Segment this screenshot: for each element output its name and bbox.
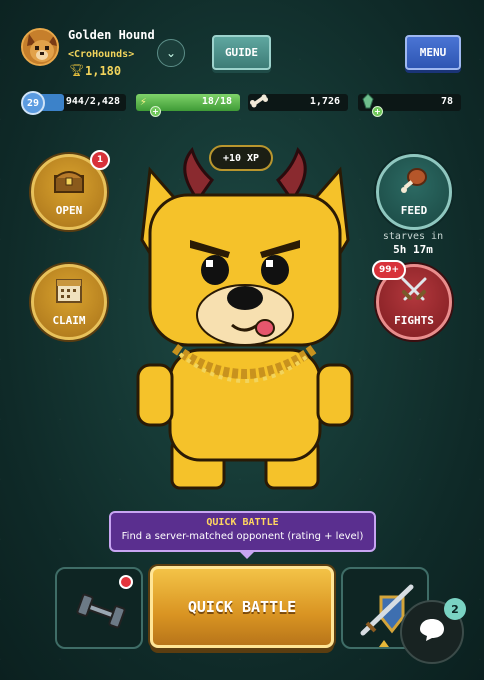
level-badge: 29: [21, 91, 45, 115]
player-rating: 1,180: [85, 64, 122, 78]
trophy-icon: 🏆︎: [69, 63, 85, 77]
avatar[interactable]: [21, 28, 59, 66]
menu-button[interactable]: MENU: [405, 35, 461, 70]
player-name: Golden Hound: [68, 28, 155, 42]
lightning-icon: ⚡: [140, 95, 147, 108]
profile-dropdown-button[interactable]: ⌄: [157, 39, 185, 67]
gems-value: 78: [440, 96, 453, 107]
treasure-chest-icon: [52, 168, 86, 200]
tooltip-description: Find a server-matched opponent (rating +…: [121, 531, 364, 542]
starves-time: 5h 17m: [393, 243, 433, 256]
fights-notification-badge: 99+: [372, 260, 406, 280]
starves-label: starves in: [382, 231, 444, 242]
selected-indicator-icon: [379, 640, 389, 647]
quick-battle-tooltip: QUICK BATTLE Find a server-matched oppon…: [109, 511, 376, 559]
crossed-swords-icon: [398, 276, 430, 310]
chat-notification-badge: 2: [444, 598, 466, 620]
meat-drumstick-icon: [399, 166, 429, 200]
add-energy-icon[interactable]: +: [150, 106, 161, 117]
starvation-timer: starves in 5h 17m: [373, 230, 453, 256]
bones-value: 1,726: [309, 96, 340, 107]
guide-button[interactable]: GUIDE: [212, 35, 271, 70]
fights-label: FIGHTS: [394, 314, 434, 327]
dumbbell-icon: [75, 591, 127, 635]
open-notification-badge: 1: [90, 150, 110, 170]
gear-slot-notification-dot: [119, 575, 133, 589]
tooltip-title: QUICK BATTLE: [206, 517, 279, 528]
add-gems-icon[interactable]: +: [372, 106, 383, 117]
quick-battle-button[interactable]: QUICK BATTLE: [150, 566, 334, 648]
calendar-icon: [54, 276, 84, 310]
claim-label: CLAIM: [52, 314, 86, 327]
bones-counter: 1,726: [248, 94, 348, 111]
open-label: OPEN: [55, 204, 83, 217]
chevron-down-icon: ⌄: [165, 46, 177, 60]
dog-character[interactable]: [120, 140, 370, 500]
player-guild: <CroHounds>: [68, 49, 135, 60]
xp-value: 944/2,428: [65, 96, 120, 107]
bone-icon: [250, 93, 268, 112]
energy-value: 18/18: [201, 96, 232, 107]
gear-slot[interactable]: [55, 567, 143, 649]
claim-button[interactable]: CLAIM: [31, 264, 107, 340]
feed-label: FEED: [400, 204, 428, 217]
chat-bubble-icon: [418, 617, 446, 647]
feed-button[interactable]: FEED: [376, 154, 452, 230]
